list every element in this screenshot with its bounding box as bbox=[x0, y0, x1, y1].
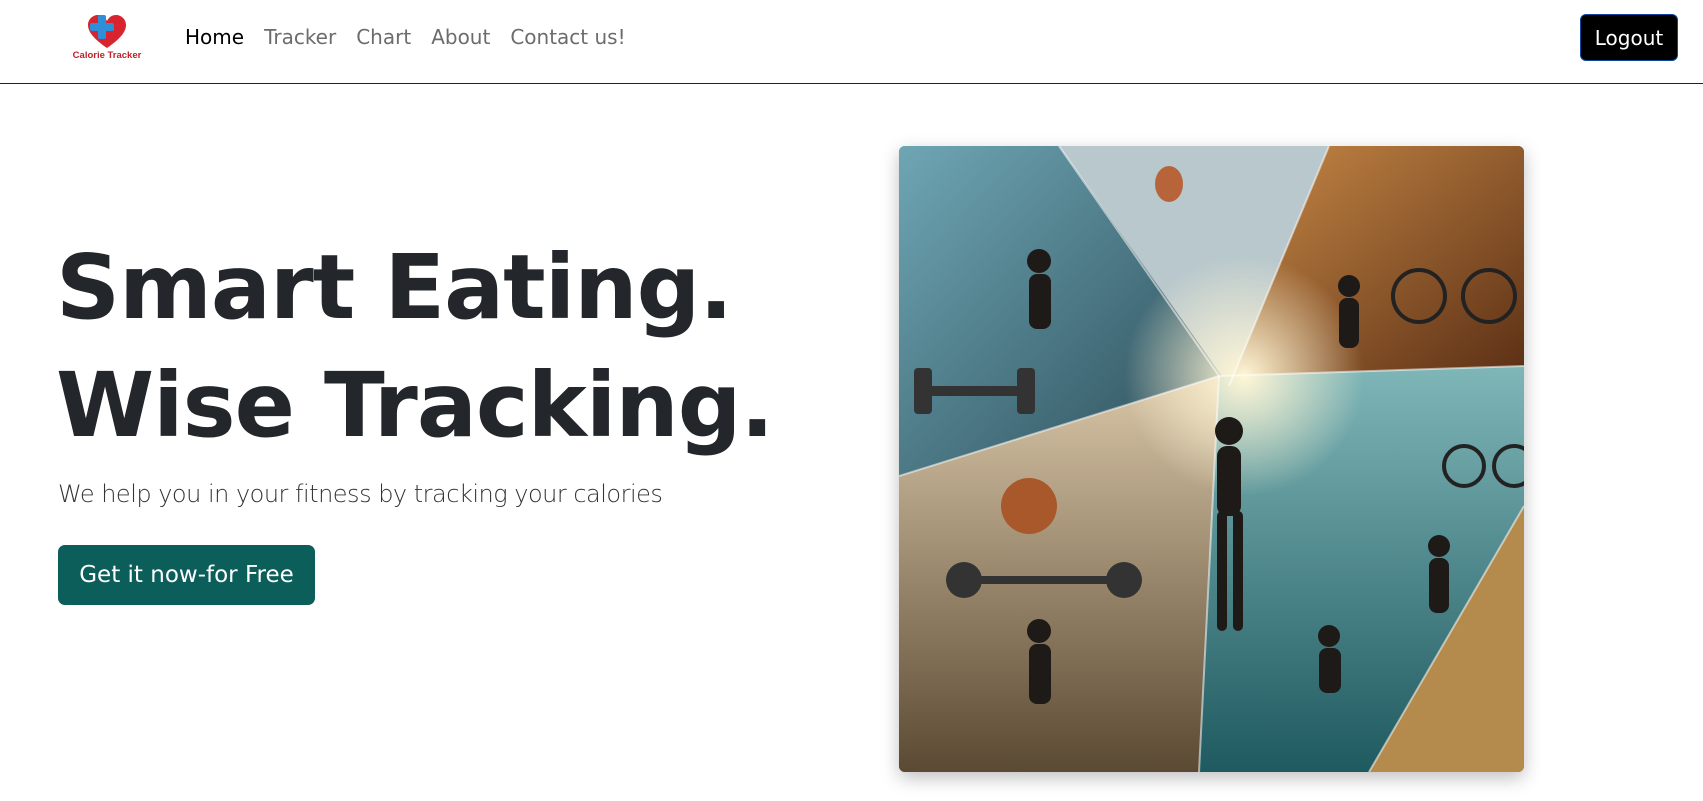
get-it-free-button[interactable]: Get it now-for Free bbox=[58, 545, 315, 605]
nav-links: Home Tracker Chart About Contact us! bbox=[185, 22, 636, 52]
nav-link-about[interactable]: About bbox=[421, 22, 500, 52]
logout-button[interactable]: Logout bbox=[1580, 14, 1678, 61]
nav-link-tracker[interactable]: Tracker bbox=[254, 22, 346, 52]
navbar: Calorie Tracker Home Tracker Chart About… bbox=[0, 0, 1703, 84]
nav-link-home[interactable]: Home bbox=[185, 22, 254, 52]
hero-title-line2: Wise Tracking. bbox=[56, 353, 774, 457]
brand-logo[interactable]: Calorie Tracker bbox=[64, 12, 150, 66]
hero-title-line1: Smart Eating. bbox=[56, 235, 733, 339]
nav-link-chart[interactable]: Chart bbox=[346, 22, 421, 52]
fitness-collage-icon bbox=[899, 146, 1524, 772]
heart-plus-icon bbox=[88, 15, 126, 48]
brand-name: Calorie Tracker bbox=[72, 50, 142, 61]
hero-subtitle: We help you in your fitness by tracking … bbox=[58, 480, 663, 508]
nav-link-contact[interactable]: Contact us! bbox=[500, 22, 635, 52]
fitness-collage-image bbox=[899, 146, 1524, 772]
hero-title: Smart Eating. Wise Tracking. bbox=[56, 228, 774, 464]
